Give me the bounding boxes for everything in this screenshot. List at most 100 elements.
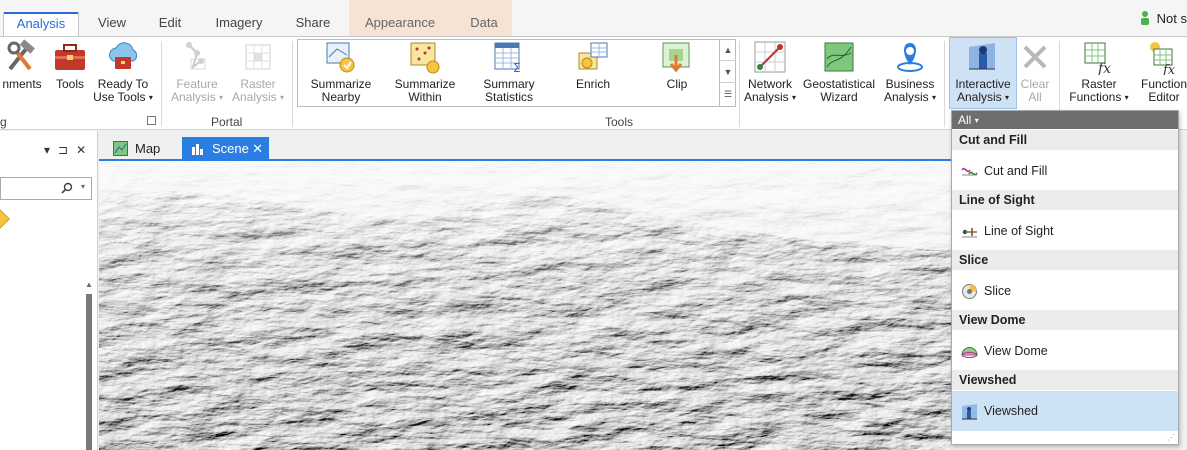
chevron-down-icon: ▾ [148, 93, 153, 102]
section-header-view-dome: View Dome [952, 310, 1178, 330]
menu-item-line-of-sight[interactable]: Line of Sight [952, 211, 1178, 251]
interactive-analysis-line2: Analysis [956, 90, 1002, 104]
tab-map[interactable]: Map [105, 137, 173, 160]
group-divider [292, 41, 293, 127]
menu-item-label: Slice [984, 284, 1012, 298]
interactive-analysis-button[interactable]: Interactive Analysis ▾ [950, 39, 1016, 109]
tab-edit[interactable]: Edit [148, 12, 192, 36]
business-analysis-line2: Analysis [883, 90, 929, 104]
account-status[interactable]: Not s [1139, 10, 1187, 26]
summary-statistics-button[interactable]: Σ Summary Statistics [474, 39, 544, 109]
menu-item-label: Viewshed [984, 404, 1038, 418]
chevron-down-icon[interactable]: ▾ [81, 182, 85, 191]
tab-data[interactable]: Data [458, 12, 510, 36]
raster-analysis-button[interactable]: Raster Analysis ▾ [228, 39, 288, 109]
gallery-down-icon[interactable]: ▼ [720, 61, 736, 83]
menu-item-label: Line of Sight [984, 224, 1054, 238]
resize-grip-icon[interactable]: ⋰ [1167, 433, 1175, 442]
geostatistical-wizard-icon [824, 42, 854, 72]
menu-item-label: Cut and Fill [984, 164, 1048, 178]
scroll-up-icon[interactable]: ▲ [85, 280, 93, 289]
raster-functions-button[interactable]: fx Raster Functions ▾ [1064, 39, 1134, 109]
pane-menu-icon[interactable]: ▾ [44, 143, 50, 157]
account-status-label: Not s [1156, 11, 1187, 26]
tab-map-label: Map [135, 141, 161, 156]
function-editor-button[interactable]: fx Function Editor [1136, 39, 1187, 109]
cloud-toolbox-icon [109, 42, 138, 69]
raster-functions-line2: Functions [1069, 90, 1122, 104]
close-icon[interactable]: ✕ [252, 137, 263, 160]
layer-symbol-icon [0, 209, 10, 229]
scene-icon [192, 144, 203, 155]
network-analysis-icon [754, 41, 786, 73]
geostatistical-wizard-line2: Wizard [820, 90, 858, 104]
tab-view[interactable]: View [88, 12, 136, 36]
summarize-within-button[interactable]: Summarize Within [390, 39, 460, 109]
viewshed-icon [962, 404, 977, 420]
network-analysis-button[interactable]: Network Analysis ▾ [741, 39, 799, 109]
gallery-up-icon[interactable]: ▲ [720, 39, 736, 61]
tab-imagery[interactable]: Imagery [205, 12, 273, 36]
ribbon-tab-bar: Analysis View Edit Imagery Share Appeara… [0, 0, 1187, 37]
tools-label: Tools [55, 77, 84, 91]
tab-share[interactable]: Share [286, 12, 340, 36]
ready-to-use-tools-button[interactable]: Ready To Use Tools ▾ [90, 39, 156, 109]
search-icon [61, 182, 73, 194]
geoprocessing-group-label: g [0, 115, 7, 129]
chevron-down-icon: ▾ [219, 93, 224, 102]
environments-button[interactable]: nments [0, 39, 50, 109]
chevron-down-icon: ▾ [1124, 93, 1129, 102]
scrollbar-thumb[interactable] [86, 294, 92, 450]
tab-analysis[interactable]: Analysis [3, 12, 79, 37]
gallery-filter-label: All [958, 113, 972, 127]
tab-appearance[interactable]: Appearance [355, 12, 445, 36]
clip-button[interactable]: Clip [642, 39, 712, 109]
summarize-nearby-line2: Nearby [321, 90, 361, 104]
portal-group-label: Portal [211, 115, 243, 129]
enrich-button[interactable]: Enrich [558, 39, 628, 109]
network-analysis-line2: Analysis [743, 90, 789, 104]
geostatistical-wizard-button[interactable]: Geostatistical Wizard [801, 39, 877, 109]
clear-x-icon [1023, 45, 1047, 69]
chevron-down-icon: ▾ [792, 93, 797, 102]
menu-item-slice[interactable]: Slice [952, 271, 1178, 311]
enrich-line1: Enrich [575, 77, 610, 91]
close-icon[interactable]: ✕ [76, 143, 86, 157]
scene-view[interactable] [99, 161, 951, 450]
tab-scene[interactable]: Scene ✕ [182, 137, 269, 160]
chevron-down-icon: ▾ [932, 93, 937, 102]
interactive-analysis-gallery: All ▾ Cut and Fill Cut and Fill Line of … [951, 110, 1179, 445]
group-launcher-icon[interactable] [147, 116, 156, 125]
feature-analysis-button[interactable]: Feature Analysis ▾ [167, 39, 227, 109]
cut-and-fill-icon [961, 167, 978, 176]
terrain-image [99, 161, 951, 450]
tools-button[interactable]: Tools [51, 39, 89, 109]
summary-statistics-line2: Statistics [484, 90, 533, 104]
gallery-filter-dropdown[interactable]: All ▾ [952, 111, 1178, 129]
pane-scrollbar[interactable]: ▲ [85, 276, 93, 450]
summarize-nearby-icon [326, 42, 355, 73]
raster-functions-icon: fx [1084, 42, 1111, 75]
business-analysis-button[interactable]: Business Analysis ▾ [880, 39, 940, 109]
group-divider [739, 41, 740, 127]
menu-item-cut-and-fill[interactable]: Cut and Fill [952, 151, 1178, 191]
group-divider [944, 41, 945, 127]
summarize-nearby-button[interactable]: Summarize Nearby [306, 39, 376, 109]
menu-item-viewshed[interactable]: Viewshed [952, 391, 1178, 431]
view-tab-strip: Map Scene ✕ [99, 136, 951, 160]
map-icon [113, 141, 128, 156]
section-header-viewshed: Viewshed [952, 370, 1178, 390]
group-divider [161, 41, 162, 127]
menu-item-view-dome[interactable]: View Dome [952, 331, 1178, 371]
search-input[interactable]: ▾ [0, 177, 92, 200]
toolbox-icon [55, 44, 85, 70]
feature-analysis-line2: Analysis [170, 90, 216, 104]
clear-all-button[interactable]: Clear All [1017, 39, 1053, 109]
pin-icon[interactable]: ⊐ [58, 143, 68, 157]
function-editor-icon: fx [1150, 42, 1176, 75]
clear-all-line2: All [1028, 90, 1042, 104]
clip-icon [662, 42, 690, 73]
gallery-expand-icon[interactable]: ☰ [720, 83, 736, 105]
view-dome-icon [961, 347, 978, 358]
chevron-down-icon: ▾ [1005, 93, 1010, 102]
